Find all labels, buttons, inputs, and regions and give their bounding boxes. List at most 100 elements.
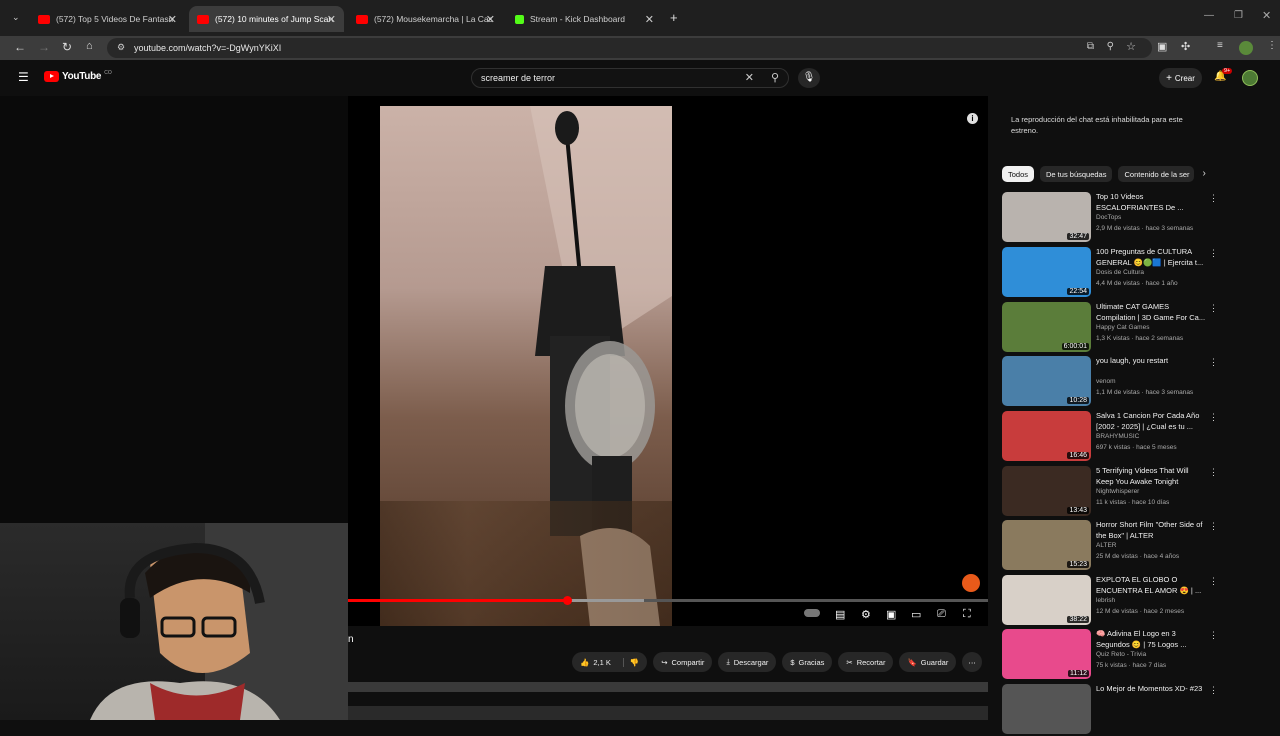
video-thumbnail[interactable]: 13:43 bbox=[1002, 466, 1091, 516]
video-player[interactable]: ▤ ⚙ ▣ ▭ ⎚ ⛶ bbox=[348, 96, 988, 626]
recommended-video[interactable]: 22:54 100 Preguntas de CULTURA GENERAL 😊🟢… bbox=[1002, 247, 1218, 299]
info-icon[interactable]: i bbox=[967, 113, 978, 124]
youtube-logo[interactable]: YouTube CO bbox=[44, 70, 112, 82]
video-title[interactable]: 🧠 Adivina El Logo en 3 Segundos 😊 | 75 L… bbox=[1096, 629, 1206, 650]
zoom-icon[interactable]: ⚲ bbox=[1107, 41, 1114, 52]
video-frame[interactable] bbox=[380, 106, 672, 626]
profile-avatar-icon[interactable] bbox=[1239, 41, 1253, 55]
channel-name[interactable]: Quiz Reto - Trivia bbox=[1096, 651, 1146, 658]
reload-icon[interactable]: ↻ bbox=[62, 40, 72, 54]
video-title[interactable]: you laugh, you restart bbox=[1096, 356, 1206, 367]
video-thumbnail[interactable]: 15:23 bbox=[1002, 520, 1091, 570]
miniplayer-icon[interactable]: ▣ bbox=[886, 608, 896, 621]
channel-name[interactable]: lebrish bbox=[1096, 597, 1115, 604]
more-vertical-icon[interactable]: ⋮ bbox=[1209, 303, 1218, 314]
bookmark-star-icon[interactable]: ☆ bbox=[1126, 40, 1136, 53]
create-button[interactable]: + Crear bbox=[1159, 68, 1202, 88]
more-actions-button[interactable]: ⋯ bbox=[962, 652, 982, 672]
recommended-video[interactable]: 11:12 🧠 Adivina El Logo en 3 Segundos 😊 |… bbox=[1002, 629, 1218, 681]
video-thumbnail[interactable]: 6:00:01 bbox=[1002, 302, 1091, 352]
channel-name[interactable]: Happy Cat Games bbox=[1096, 324, 1149, 331]
more-vertical-icon[interactable]: ⋮ bbox=[1209, 467, 1218, 478]
recommended-video[interactable]: 38:22 EXPLOTA EL GLOBO O ENCUENTRA EL AMO… bbox=[1002, 575, 1218, 627]
chip-all[interactable]: Todos bbox=[1002, 166, 1035, 182]
tab-search-dropdown-icon[interactable]: ⌄ bbox=[12, 12, 20, 23]
video-title[interactable]: Lo Mejor de Momentos XD- #23 bbox=[1096, 684, 1206, 695]
channel-name[interactable]: venom bbox=[1096, 378, 1116, 385]
account-avatar[interactable] bbox=[1242, 70, 1258, 86]
new-tab-plus-icon[interactable]: + bbox=[670, 10, 678, 25]
video-thumbnail[interactable]: 10:28 bbox=[1002, 356, 1091, 406]
hamburger-menu-icon[interactable]: ☰ bbox=[18, 70, 29, 84]
video-thumbnail[interactable]: 22:54 bbox=[1002, 247, 1091, 297]
close-icon[interactable]: ✕ bbox=[486, 13, 495, 26]
site-settings-icon[interactable]: ⚙ bbox=[117, 42, 125, 53]
url-field[interactable]: ⚙ youtube.com/watch?v=-DgWynYKiXI ⧉ ⚲ ☆ bbox=[107, 38, 1152, 58]
video-title[interactable]: Horror Short Film "Other Side of the Box… bbox=[1096, 520, 1206, 541]
channel-name[interactable]: Dosis de Cultura bbox=[1096, 269, 1144, 276]
video-thumbnail[interactable]: 38:22 bbox=[1002, 575, 1091, 625]
video-title[interactable]: 100 Preguntas de CULTURA GENERAL 😊🟢🟦 | E… bbox=[1096, 247, 1206, 268]
puzzle-icon[interactable]: ✣ bbox=[1181, 40, 1190, 53]
forward-arrow-icon[interactable]: → bbox=[38, 40, 50, 54]
fullscreen-icon[interactable]: ⛶ bbox=[963, 608, 971, 621]
channel-name[interactable]: ALTER bbox=[1096, 542, 1116, 549]
subtitles-icon[interactable]: ▤ bbox=[835, 608, 845, 621]
recommended-video[interactable]: 15:23 Horror Short Film "Other Side of th… bbox=[1002, 520, 1218, 572]
recommended-video[interactable]: Lo Mejor de Momentos XD- #23 ⋮ bbox=[1002, 684, 1218, 736]
theater-mode-icon[interactable]: ▭ bbox=[911, 608, 921, 621]
close-icon[interactable]: ✕ bbox=[645, 13, 654, 26]
extension-icon[interactable]: ▣ bbox=[1157, 40, 1167, 53]
channel-name[interactable]: BRAHYMUSIC bbox=[1096, 433, 1139, 440]
window-close-icon[interactable]: ✕ bbox=[1262, 9, 1271, 22]
video-title[interactable]: Ultimate CAT GAMES Compilation | 3D Game… bbox=[1096, 302, 1206, 323]
tab-3[interactable]: (572) Mousekemarcha | La Casa ✕ bbox=[348, 6, 503, 32]
more-vertical-icon[interactable]: ⋮ bbox=[1209, 193, 1218, 204]
scrubber-handle[interactable] bbox=[562, 596, 572, 605]
clip-button[interactable]: ✂ Recortar bbox=[838, 652, 894, 672]
voice-search-icon[interactable]: 🎙 bbox=[798, 68, 820, 88]
recommended-video[interactable]: 13:43 5 Terrifying Videos That Will Keep … bbox=[1002, 466, 1218, 518]
close-icon[interactable]: ✕ bbox=[168, 13, 177, 26]
media-control-icon[interactable]: ≡ bbox=[1217, 40, 1223, 51]
video-thumbnail[interactable]: 32:47 bbox=[1002, 192, 1091, 242]
download-button[interactable]: ⤓ Descargar bbox=[718, 652, 777, 672]
tab-4[interactable]: Stream - Kick Dashboard ✕ bbox=[507, 6, 662, 32]
minimize-icon[interactable]: — bbox=[1204, 10, 1214, 21]
settings-gear-icon[interactable]: ⚙ bbox=[861, 608, 871, 621]
video-thumbnail[interactable]: 16:46 bbox=[1002, 411, 1091, 461]
more-vertical-icon[interactable]: ⋮ bbox=[1209, 357, 1218, 368]
home-icon[interactable]: ⌂ bbox=[86, 40, 93, 52]
channel-watermark-icon[interactable] bbox=[962, 574, 980, 592]
recommended-video[interactable]: 16:46 Salva 1 Cancion Por Cada Año [2002 … bbox=[1002, 411, 1218, 463]
video-thumbnail[interactable] bbox=[1002, 684, 1091, 734]
cast-icon[interactable]: ⎚ bbox=[937, 608, 946, 621]
install-icon[interactable]: ⧉ bbox=[1087, 41, 1094, 52]
recommended-video[interactable]: 10:28 you laugh, you restart venom 1,1 M de… bbox=[1002, 356, 1218, 408]
share-button[interactable]: ↪ Compartir bbox=[653, 652, 713, 672]
back-arrow-icon[interactable]: ← bbox=[14, 40, 26, 54]
progress-bar[interactable] bbox=[348, 596, 988, 605]
tab-1[interactable]: (572) Top 5 Videos De Fantasmas ✕ bbox=[30, 6, 185, 32]
channel-name[interactable]: Nightwhisperer bbox=[1096, 488, 1139, 495]
video-title[interactable]: Top 10 Videos ESCALOFRIANTES De ... bbox=[1096, 192, 1206, 213]
recommended-video[interactable]: 6:00:01 Ultimate CAT GAMES Compilation | … bbox=[1002, 302, 1218, 354]
video-title[interactable]: EXPLOTA EL GLOBO O ENCUENTRA EL AMOR 😍 |… bbox=[1096, 575, 1206, 596]
clear-search-icon[interactable]: ✕ bbox=[745, 71, 754, 84]
maximize-icon[interactable]: ❐ bbox=[1234, 10, 1243, 21]
chip-from-searches[interactable]: De tus búsquedas bbox=[1040, 166, 1113, 182]
video-title[interactable]: 5 Terrifying Videos That Will Keep You A… bbox=[1096, 466, 1206, 487]
like-button[interactable]: 👍 2,1 K 👎 bbox=[572, 652, 648, 672]
video-thumbnail[interactable]: 11:12 bbox=[1002, 629, 1091, 679]
autoplay-toggle[interactable] bbox=[804, 608, 820, 620]
more-vertical-icon[interactable]: ⋮ bbox=[1209, 630, 1218, 641]
recommended-video[interactable]: 32:47 Top 10 Videos ESCALOFRIANTES De ...… bbox=[1002, 192, 1218, 244]
video-title[interactable]: Salva 1 Cancion Por Cada Año [2002 - 202… bbox=[1096, 411, 1206, 432]
close-icon[interactable]: ✕ bbox=[327, 13, 336, 26]
search-icon[interactable]: ⚲ bbox=[771, 71, 779, 84]
dislike-icon[interactable]: 👎 bbox=[622, 657, 639, 667]
thanks-button[interactable]: $ Gracias bbox=[782, 652, 833, 672]
search-input[interactable]: screamer de terror ✕ ⚲ bbox=[471, 68, 789, 88]
more-vertical-icon[interactable]: ⋮ bbox=[1209, 412, 1218, 423]
browser-menu-icon[interactable]: ⋮ bbox=[1267, 40, 1277, 51]
